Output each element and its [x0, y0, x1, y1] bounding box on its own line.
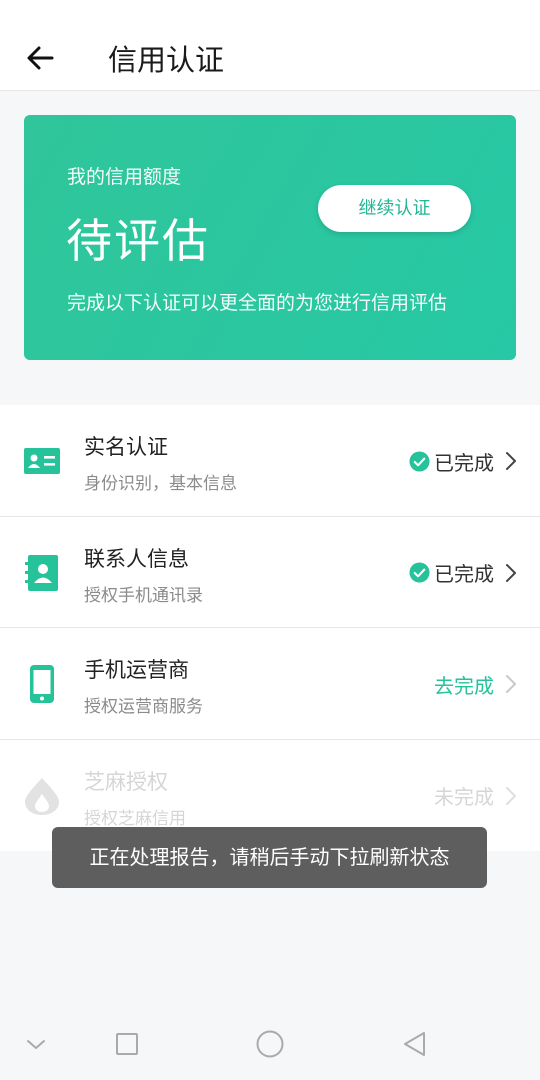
auth-item-realname[interactable]: 实名认证 身份识别，基本信息 已完成 [0, 405, 540, 517]
chevron-right-icon [506, 786, 516, 805]
auth-item-carrier[interactable]: 手机运营商 授权运营商服务 去完成 [0, 628, 540, 740]
auth-item-contacts[interactable]: 联系人信息 授权手机通讯录 已完成 [0, 516, 540, 628]
arrow-left-icon [27, 46, 54, 70]
home-circle-icon [256, 1030, 284, 1058]
chevron-right-icon [506, 452, 516, 470]
auth-item-status-text: 未完成 [434, 785, 494, 809]
auth-item-status-text: 去完成 [434, 673, 494, 698]
recent-apps-square-icon [116, 1033, 138, 1055]
credit-auth-screen: 信用认证 我的信用额度 待评估 继续认证 完成以下认证可以更全面的为您进行信用评… [0, 0, 540, 1080]
continue-auth-button[interactable]: 继续认证 [318, 185, 471, 232]
collapse-chevron-icon [27, 1040, 45, 1049]
auth-item-subtitle: 授权芝麻信用 [84, 808, 186, 829]
header-bar: 信用认证 [0, 0, 540, 91]
auth-list: 实名认证 身份识别，基本信息 已完成 联系人信息 授权手机通讯录 已完成 手机运… [0, 405, 540, 851]
credit-limit-status: 待评估 [66, 214, 210, 268]
auth-item-status-text: 已完成 [434, 450, 494, 475]
check-circle-icon [409, 450, 430, 472]
nav-back-button[interactable] [397, 1026, 433, 1062]
back-button[interactable] [24, 40, 60, 76]
auth-item-title: 联系人信息 [84, 546, 189, 571]
page-title: 信用认证 [108, 43, 225, 77]
nav-collapse-button[interactable] [18, 1026, 54, 1062]
contacts-book-icon [25, 554, 58, 591]
auth-item-status: 未完成 [434, 782, 518, 810]
auth-item-subtitle: 授权手机通讯录 [84, 585, 203, 606]
auth-item-title: 芝麻授权 [84, 769, 168, 794]
sesame-drop-icon [25, 777, 59, 815]
credit-limit-card: 我的信用额度 待评估 继续认证 完成以下认证可以更全面的为您进行信用评估 [24, 115, 516, 360]
mobile-phone-icon [30, 665, 54, 703]
check-circle-icon [409, 562, 430, 583]
auth-item-status: 去完成 [434, 670, 518, 698]
id-card-icon [24, 448, 60, 474]
nav-recent-apps-button[interactable] [109, 1026, 145, 1062]
auth-item-subtitle: 身份识别，基本信息 [84, 474, 237, 494]
system-nav-bar [0, 1008, 540, 1080]
chevron-right-icon [506, 563, 516, 582]
auth-item-status: 已完成 [409, 559, 518, 587]
nav-home-button[interactable] [252, 1026, 288, 1062]
credit-description: 完成以下认证可以更全面的为您进行信用评估 [67, 292, 448, 314]
toast-message: 正在处理报告，请稍后手动下拉刷新状态 [52, 827, 487, 888]
auth-item-status: 已完成 [409, 447, 518, 475]
credit-limit-label: 我的信用额度 [67, 166, 182, 188]
chevron-right-icon [506, 675, 516, 693]
auth-item-subtitle: 授权运营商服务 [84, 697, 203, 717]
auth-item-title: 手机运营商 [84, 658, 189, 682]
auth-item-title: 实名认证 [84, 435, 168, 459]
back-triangle-icon [404, 1032, 425, 1056]
auth-item-status-text: 已完成 [434, 562, 494, 586]
